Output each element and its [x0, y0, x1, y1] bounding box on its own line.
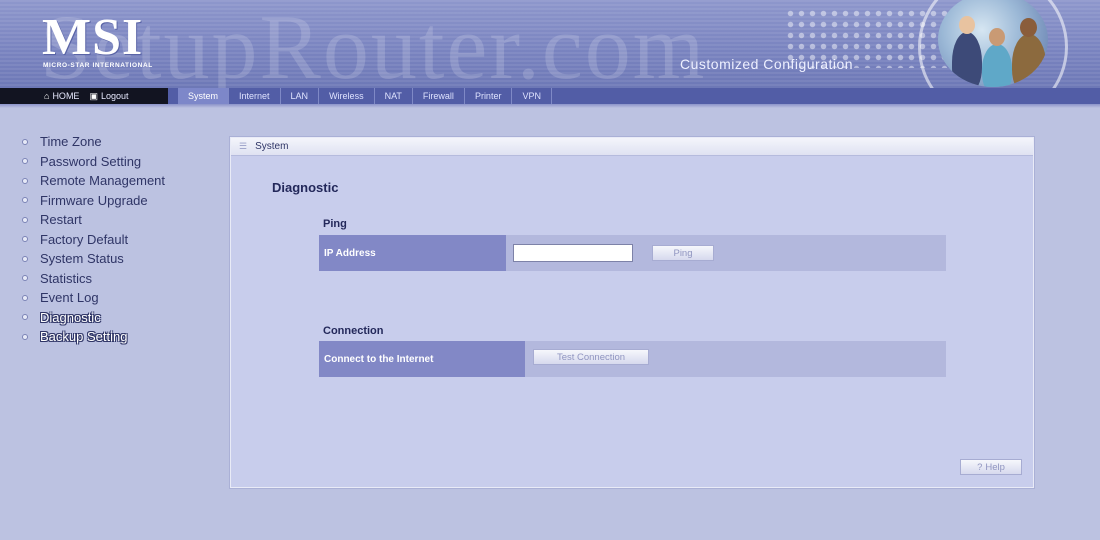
logo-subtitle: MICRO-STAR INTERNATIONAL	[43, 62, 153, 69]
tab-vpn[interactable]: VPN	[512, 88, 552, 104]
sidebar-item-system-status[interactable]: System Status	[22, 249, 165, 269]
home-icon: ⌂	[44, 91, 50, 101]
panel-header-icon: ☰	[239, 141, 248, 151]
tab-firewall[interactable]: Firewall	[413, 88, 465, 104]
sidebar-item-label: Diagnostic	[40, 309, 101, 325]
tab-system[interactable]: System	[178, 88, 230, 104]
ip-address-label: IP Address	[319, 235, 506, 271]
sidebar-item-label: Firmware Upgrade	[40, 192, 148, 208]
tab-lan[interactable]: LAN	[281, 88, 320, 104]
nav-tabs: System Internet LAN Wireless NAT Firewal…	[178, 88, 552, 104]
radio-bullet-icon	[22, 294, 28, 301]
panel-header-label: System	[255, 141, 289, 152]
sidebar-item-password-setting[interactable]: Password Setting	[22, 152, 165, 172]
person-middle	[982, 44, 1012, 87]
radio-bullet-icon	[22, 177, 28, 184]
radio-bullet-icon	[22, 333, 28, 340]
sidebar-item-label: Time Zone	[40, 134, 102, 150]
sidebar-item-label: Remote Management	[40, 173, 166, 189]
diagnostic-panel: ☰ System Diagnostic Ping IP Address Ping…	[230, 137, 1034, 488]
sidebar-item-restart[interactable]: Restart	[22, 210, 165, 230]
tab-wireless[interactable]: Wireless	[319, 88, 375, 104]
logout-link[interactable]: ▣ Logout	[89, 91, 128, 102]
sidebar-item-firmware-upgrade[interactable]: Firmware Upgrade	[22, 191, 165, 211]
logout-icon: ▣	[89, 90, 98, 101]
sidebar-item-remote-management[interactable]: Remote Management	[22, 171, 165, 191]
help-icon: ?	[977, 461, 983, 473]
header-banner: SetupRouter.com MSI MICRO-STAR INTERNATI…	[0, 0, 1100, 88]
sidebar-item-label: Statistics	[40, 270, 93, 286]
person-left-head	[959, 16, 975, 34]
person-right	[1012, 34, 1046, 87]
radio-bullet-icon	[22, 275, 28, 282]
sidebar-item-label: Event Log	[40, 290, 99, 306]
sidebar: Time Zone Password Setting Remote Manage…	[22, 132, 165, 347]
radio-bullet-icon	[22, 314, 28, 321]
test-connection-button[interactable]: Test Connection	[533, 349, 649, 365]
sidebar-item-label: Restart	[40, 212, 82, 228]
tagline: Customized Configuration	[680, 56, 854, 72]
panel-header: ☰ System	[231, 138, 1033, 156]
tab-internet[interactable]: Internet	[229, 88, 281, 104]
radio-bullet-icon	[22, 216, 28, 223]
people-photo	[938, 0, 1048, 87]
sidebar-item-event-log[interactable]: Event Log	[22, 288, 165, 308]
connect-internet-label: Connect to the Internet	[319, 341, 525, 377]
home-label: HOME	[52, 91, 80, 101]
nav-shadow	[0, 104, 1100, 108]
home-link[interactable]: ⌂ HOME	[44, 91, 79, 101]
connection-section-title: Connection	[323, 325, 384, 337]
radio-bullet-icon	[22, 158, 28, 165]
person-middle-head	[989, 28, 1005, 46]
sidebar-item-factory-default[interactable]: Factory Default	[22, 230, 165, 250]
person-right-head	[1020, 18, 1037, 37]
sidebar-item-label: Factory Default	[40, 231, 129, 247]
sidebar-item-time-zone[interactable]: Time Zone	[22, 132, 165, 152]
sidebar-item-backup-setting[interactable]: Backup Setting	[22, 327, 165, 347]
person-left	[952, 32, 982, 87]
radio-bullet-icon	[22, 197, 28, 204]
nav-home-logout: ⌂ HOME ▣ Logout	[0, 88, 168, 104]
nav-bar: ⌂ HOME ▣ Logout System Internet LAN Wire…	[0, 88, 1100, 104]
sidebar-item-label: Backup Setting	[40, 329, 128, 345]
help-button[interactable]: ? Help	[960, 459, 1022, 475]
ping-section-title: Ping	[323, 218, 347, 230]
radio-bullet-icon	[22, 255, 28, 262]
msi-logo: MSI	[42, 9, 144, 66]
tab-printer[interactable]: Printer	[465, 88, 513, 104]
page-title: Diagnostic	[272, 180, 339, 195]
connection-row: Connect to the Internet Test Connection	[319, 341, 946, 377]
sidebar-item-statistics[interactable]: Statistics	[22, 269, 165, 289]
sidebar-item-label: Password Setting	[40, 153, 142, 169]
ping-row: IP Address Ping	[319, 235, 946, 271]
radio-bullet-icon	[22, 236, 28, 243]
radio-bullet-icon	[22, 138, 28, 145]
sidebar-item-label: System Status	[40, 251, 124, 267]
ip-address-input[interactable]	[513, 244, 633, 262]
logout-label: Logout	[100, 91, 129, 101]
sidebar-item-diagnostic[interactable]: Diagnostic	[22, 308, 165, 328]
help-label: Help	[985, 461, 1005, 473]
tab-nat[interactable]: NAT	[375, 88, 413, 104]
ping-button[interactable]: Ping	[652, 245, 714, 261]
